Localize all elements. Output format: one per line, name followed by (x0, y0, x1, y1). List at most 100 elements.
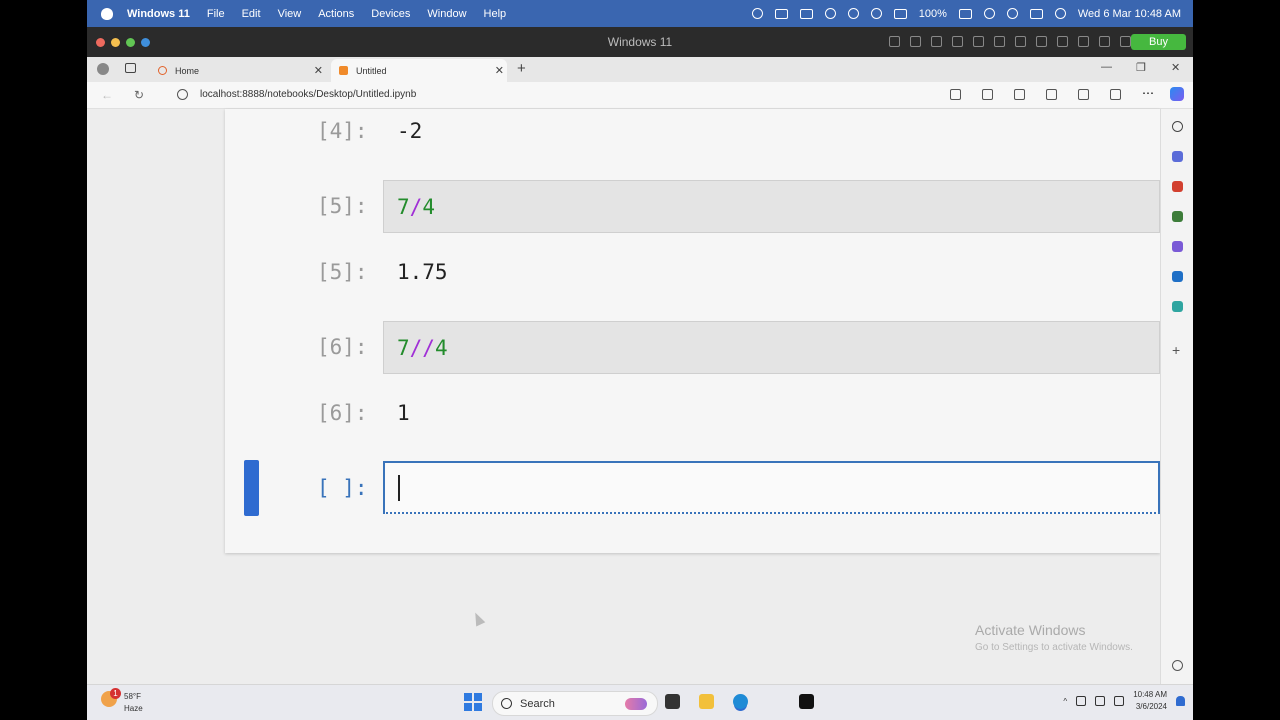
battery-tray-icon[interactable] (1114, 696, 1125, 706)
site-info-icon[interactable] (177, 89, 188, 100)
taskbar-search[interactable]: Search (492, 691, 658, 716)
globe-icon[interactable] (973, 36, 984, 47)
weather-badge: 1 (110, 688, 121, 699)
close-dot-icon[interactable] (96, 38, 105, 47)
printer-icon[interactable] (1036, 36, 1047, 47)
apple-icon[interactable] (101, 7, 113, 20)
task-view-icon[interactable] (665, 694, 680, 709)
outlook-icon[interactable] (1172, 271, 1183, 282)
code-cell-input[interactable]: 7//4 (383, 321, 1160, 374)
play-icon[interactable] (870, 8, 882, 19)
wifi-icon[interactable] (983, 8, 995, 19)
spotlight-icon[interactable] (1006, 8, 1018, 19)
favorites-icon[interactable] (1046, 89, 1057, 100)
activate-windows-subtitle: Go to Settings to activate Windows. (975, 642, 1133, 653)
clip-icon[interactable] (824, 8, 836, 19)
close-tab-icon[interactable]: ✕ (314, 64, 323, 77)
weather-condition: Haze (124, 704, 143, 713)
account-icon[interactable] (847, 8, 859, 19)
read-aloud-icon[interactable] (950, 89, 961, 100)
menu-devices[interactable]: Devices (371, 8, 410, 20)
sound-icon[interactable] (994, 36, 1005, 47)
tray-overflow-icon[interactable]: ^ (1063, 697, 1067, 706)
siri-icon[interactable] (1054, 8, 1066, 19)
menu-actions[interactable]: Actions (318, 8, 354, 20)
jupyter-favicon-icon (339, 66, 348, 75)
control-center-icon[interactable] (1029, 8, 1043, 19)
keyboard-icon[interactable] (889, 36, 900, 47)
games-icon[interactable] (1172, 211, 1183, 222)
edge-icon[interactable] (733, 694, 748, 709)
close-tab-icon[interactable]: ✕ (495, 64, 504, 77)
restore-icon[interactable]: ❐ (1136, 61, 1146, 74)
code-token: 7 (397, 335, 410, 360)
menu-file[interactable]: File (207, 8, 225, 20)
volume-tray-icon[interactable] (1095, 696, 1106, 706)
vm-window: Windows 11 File Edit View Actions Device… (87, 0, 1193, 720)
notification-bell-icon[interactable] (1176, 696, 1185, 706)
tab-actions-icon[interactable] (125, 63, 136, 73)
battery-icon[interactable] (958, 8, 972, 19)
window-controls (96, 38, 150, 47)
buy-button[interactable]: Buy (1131, 34, 1186, 50)
url-field[interactable]: localhost:8888/notebooks/Desktop/Untitle… (167, 85, 957, 104)
volume-icon[interactable] (893, 8, 907, 19)
shopping-icon[interactable] (1172, 151, 1183, 162)
code-cell-input[interactable]: 7/4 (383, 180, 1160, 233)
weather-widget[interactable]: 1 58°F Haze (101, 688, 143, 715)
office-icon[interactable] (1172, 241, 1183, 252)
minimize-dot-icon[interactable] (111, 38, 120, 47)
tools-icon[interactable] (1172, 181, 1183, 192)
usb-icon[interactable] (931, 36, 942, 47)
network-icon[interactable] (952, 36, 963, 47)
back-arrow-icon[interactable] (1099, 36, 1110, 47)
mac-clock[interactable]: Wed 6 Mar 10:48 AM (1078, 8, 1181, 20)
mac-status-area: 100% Wed 6 Mar 10:48 AM (751, 0, 1181, 27)
collections-icon[interactable] (1078, 89, 1089, 100)
chip-icon[interactable] (910, 36, 921, 47)
minimize-icon[interactable]: — (1101, 61, 1112, 73)
sidebar-settings-icon[interactable] (1172, 660, 1183, 671)
active-code-cell-input[interactable] (383, 461, 1160, 514)
terminal-icon[interactable] (799, 694, 814, 709)
tab-untitled[interactable]: Untitled ✕ (331, 59, 507, 82)
refresh-icon[interactable]: ↻ (134, 88, 144, 102)
menu-window[interactable]: Window (427, 8, 466, 20)
camera-icon[interactable] (1057, 36, 1068, 47)
picture-icon[interactable] (1078, 36, 1089, 47)
menu-edit[interactable]: Edit (242, 8, 261, 20)
favorite-star-icon[interactable] (982, 89, 993, 100)
new-tab-icon[interactable]: + (517, 60, 526, 77)
split-screen-icon[interactable] (1014, 89, 1025, 100)
mic-icon[interactable] (1015, 36, 1026, 47)
add-icon[interactable]: + (1172, 343, 1183, 357)
menu-view[interactable]: View (278, 8, 302, 20)
back-icon[interactable]: ← (101, 88, 113, 102)
more-icon[interactable]: ⋯ (1142, 87, 1154, 100)
profile-icon[interactable] (97, 63, 109, 75)
menu-help[interactable]: Help (484, 8, 507, 20)
start-icon[interactable] (464, 693, 482, 711)
tab-home[interactable]: Home ✕ (150, 59, 326, 82)
zoom-dot-icon[interactable] (126, 38, 135, 47)
record-icon[interactable] (751, 8, 763, 19)
cell-output: -2 (397, 119, 423, 143)
screenshot-icon[interactable] (774, 8, 788, 19)
extensions-icon[interactable] (1110, 89, 1121, 100)
drop-icon[interactable] (1172, 301, 1183, 312)
copilot-icon[interactable] (1170, 87, 1184, 101)
parallels-icon[interactable] (799, 8, 813, 19)
input-prompt: [5]: (317, 194, 368, 218)
file-explorer-icon[interactable] (699, 694, 714, 709)
text-caret (398, 474, 400, 501)
parallels-dot-icon[interactable] (141, 38, 150, 47)
output-prompt: [5]: (317, 260, 368, 284)
search-icon[interactable] (1172, 121, 1183, 132)
taskbar-clock[interactable]: 10:48 AM 3/6/2024 (1133, 689, 1167, 713)
network-tray-icon[interactable] (1076, 696, 1087, 706)
input-prompt: [6]: (317, 335, 368, 359)
home-favicon-icon (158, 66, 167, 75)
settings-icon[interactable] (1120, 36, 1131, 47)
close-window-icon[interactable]: ✕ (1171, 61, 1180, 74)
app-menu-name[interactable]: Windows 11 (127, 8, 190, 20)
